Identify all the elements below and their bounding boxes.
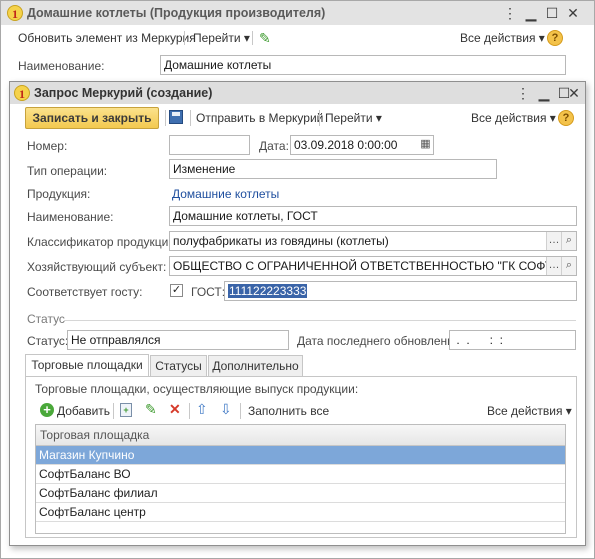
bg-window-title: Домашние котлеты (Продукция производител… xyxy=(27,6,326,20)
goto-label: Перейти xyxy=(325,111,373,125)
operation-type-label: Тип операции: xyxy=(27,164,108,178)
close-icon[interactable]: ✕ xyxy=(566,85,582,101)
classifier-open-icon[interactable]: ⌕ xyxy=(561,232,576,250)
toolbar-separator xyxy=(165,110,166,126)
classifier-select-button[interactable]: … xyxy=(546,232,561,250)
table-all-actions-menu[interactable]: Все действия ▾ xyxy=(487,404,572,418)
gost-value: 111122223333 xyxy=(228,284,308,298)
name-label: Наименование: xyxy=(27,210,114,224)
toolbar-separator xyxy=(319,110,320,126)
classifier-value: полуфабрикаты из говядины (котлеты) xyxy=(173,234,389,248)
mercury-request-window: 1 Запрос Меркурий (создание) ⋮ ▁ ☐ ✕ Зап… xyxy=(9,81,586,546)
edit-pencil-icon[interactable]: ✎ xyxy=(259,30,271,47)
gost-field-label: ГОСТ: xyxy=(191,285,226,299)
gost-compliance-label: Соответствует госту: xyxy=(27,285,143,299)
more-icon[interactable]: ⋮ xyxy=(515,85,531,101)
operation-type-field[interactable]: Изменение xyxy=(169,159,497,179)
fill-all-button[interactable]: Заполнить все xyxy=(248,404,329,418)
delete-icon[interactable]: ✕ xyxy=(169,401,181,418)
move-down-icon[interactable]: ⇩ xyxy=(220,401,232,418)
move-up-icon[interactable]: ⇧ xyxy=(196,401,208,418)
trading-places-caption: Торговые площадки, осуществляющие выпуск… xyxy=(35,382,359,396)
update-from-mercury-button[interactable]: Обновить элемент из Меркурия xyxy=(18,31,196,45)
tab-statuses[interactable]: Статусы xyxy=(150,355,207,377)
add-button[interactable]: Добавить xyxy=(57,404,110,418)
minimize-icon[interactable]: ▁ xyxy=(523,5,539,21)
date-value: 03.09.2018 0:00:00 xyxy=(294,138,398,152)
column-header[interactable]: Торговая площадка xyxy=(36,425,565,446)
bg-goto-label: Перейти xyxy=(193,31,241,45)
status-label: Статус: xyxy=(27,334,69,348)
last-update-field[interactable]: . . : : xyxy=(449,330,576,350)
bg-titlebar: 1 Домашние котлеты (Продукция производит… xyxy=(1,1,594,25)
toolbar-separator xyxy=(240,403,241,419)
table-row[interactable]: Магазин Купчино xyxy=(36,446,565,465)
bg-goto-menu[interactable]: Перейти ▾ xyxy=(193,31,250,45)
name-field[interactable]: Домашние котлеты, ГОСТ xyxy=(169,206,577,226)
help-icon[interactable]: ? xyxy=(558,110,574,126)
business-entity-label: Хозяйствующий субъект: xyxy=(27,260,167,274)
table-all-actions-label: Все действия xyxy=(487,404,563,418)
more-icon[interactable]: ⋮ xyxy=(502,5,518,21)
status-field[interactable]: Не отправлялся xyxy=(67,330,289,350)
app-logo-icon: 1 xyxy=(14,85,30,101)
business-entity-value: ОБЩЕСТВО С ОГРАНИЧЕННОЙ ОТВЕТСТВЕННОСТЬЮ… xyxy=(173,259,577,273)
table-row[interactable]: СофтБаланс центр xyxy=(36,503,565,522)
bg-all-actions-label: Все действия xyxy=(460,31,536,45)
edit-pencil-icon[interactable]: ✎ xyxy=(145,401,157,418)
bg-help-icon[interactable]: ? xyxy=(547,30,563,46)
product-link[interactable]: Домашние котлеты xyxy=(172,187,279,201)
toolbar-separator xyxy=(184,31,185,45)
close-icon[interactable]: ✕ xyxy=(565,5,581,21)
tab-trading-places[interactable]: Торговые площадки xyxy=(25,354,149,377)
date-field[interactable]: 03.09.2018 0:00:00 ▦ xyxy=(290,135,434,155)
save-and-close-button[interactable]: Записать и закрыть xyxy=(25,107,159,129)
gost-field[interactable]: 111122223333 xyxy=(224,281,577,301)
toolbar-separator xyxy=(252,31,253,45)
toolbar-separator xyxy=(113,403,114,419)
all-actions-label: Все действия xyxy=(471,111,547,125)
status-section-title: Статус xyxy=(27,312,65,326)
classifier-field[interactable]: полуфабрикаты из говядины (котлеты) xyxy=(169,231,577,251)
titlebar: 1 Запрос Меркурий (создание) ⋮ ▁ ☐ xyxy=(10,82,585,104)
number-field[interactable] xyxy=(169,135,250,155)
toolbar-separator xyxy=(189,403,190,419)
table-row[interactable]: СофтБаланс филиал xyxy=(36,484,565,503)
send-to-mercury-button[interactable]: Отправить в Меркурий xyxy=(196,111,323,125)
save-icon[interactable] xyxy=(169,110,183,124)
gost-checkbox[interactable]: ✓ xyxy=(170,284,183,297)
last-update-label: Дата последнего обновления: xyxy=(297,334,464,348)
app-logo-icon: 1 xyxy=(7,5,23,21)
product-label: Продукция: xyxy=(27,187,91,201)
bg-all-actions-menu[interactable]: Все действия ▾ xyxy=(460,31,545,45)
trading-places-table[interactable]: Торговая площадка Магазин Купчино СофтБа… xyxy=(35,424,566,534)
section-divider xyxy=(64,320,576,321)
table-row[interactable]: СофтБаланс ВО xyxy=(36,465,565,484)
entity-select-button[interactable]: … xyxy=(546,257,561,275)
entity-open-icon[interactable]: ⌕ xyxy=(561,257,576,275)
number-label: Номер: xyxy=(27,139,68,153)
toolbar-separator xyxy=(190,110,191,126)
bg-name-field[interactable]: Домашние котлеты xyxy=(160,55,566,75)
business-entity-field[interactable]: ОБЩЕСТВО С ОГРАНИЧЕННОЙ ОТВЕТСТВЕННОСТЬЮ… xyxy=(169,256,577,276)
classifier-label: Классификатор продукции: xyxy=(27,235,179,249)
tab-panel: Торговые площадки, осуществляющие выпуск… xyxy=(25,376,577,538)
calendar-icon[interactable]: ▦ xyxy=(418,136,433,154)
bg-name-label: Наименование: xyxy=(18,59,105,73)
date-label: Дата: xyxy=(259,139,289,153)
all-actions-menu[interactable]: Все действия ▾ xyxy=(471,111,556,125)
maximize-icon[interactable]: ☐ xyxy=(544,5,560,21)
window-title: Запрос Меркурий (создание) xyxy=(34,86,213,100)
tab-additional[interactable]: Дополнительно xyxy=(208,355,303,377)
goto-menu[interactable]: Перейти ▾ xyxy=(325,111,382,125)
copy-icon[interactable]: + xyxy=(120,403,132,417)
minimize-icon[interactable]: ▁ xyxy=(536,85,552,101)
add-icon[interactable]: + xyxy=(40,403,54,417)
